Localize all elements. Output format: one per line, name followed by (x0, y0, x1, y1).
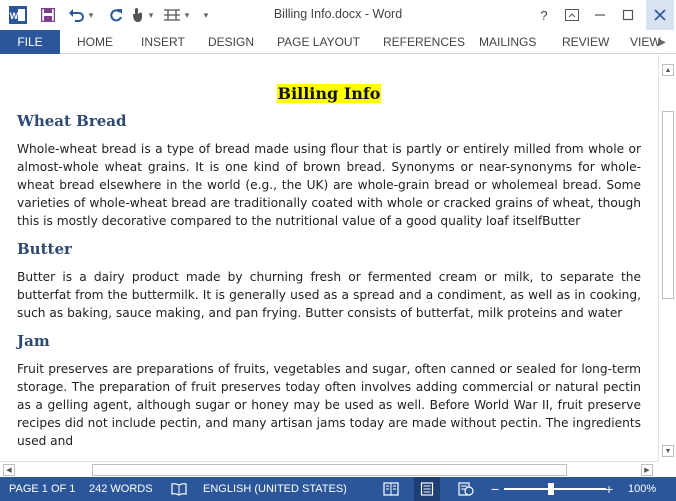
tab-review[interactable]: REVIEW (562, 30, 609, 54)
section-paragraph-wheat-bread: Whole-wheat bread is a type of bread mad… (17, 142, 641, 228)
horizontal-scrollbar[interactable]: ◀ ▶ (0, 461, 658, 477)
tab-mailings[interactable]: MAILINGS (479, 30, 536, 54)
zoom-in-button[interactable]: + (605, 477, 613, 501)
scroll-right-icon[interactable]: ▶ (641, 464, 653, 476)
horizontal-scroll-thumb[interactable] (92, 464, 567, 476)
zoom-level[interactable]: 100% (628, 477, 656, 501)
zoom-out-button[interactable]: − (491, 477, 499, 501)
help-button[interactable]: ? (530, 0, 558, 30)
maximize-button[interactable] (614, 0, 642, 30)
read-mode-icon[interactable] (383, 477, 399, 501)
tab-file[interactable]: FILE (0, 30, 60, 54)
proofing-icon[interactable] (171, 477, 187, 501)
title-bar: W ▾ ▾ ▾ ▾ Billing Info.docx - Word ? (0, 0, 676, 30)
ribbon-scroll-right-icon[interactable]: ▶ (656, 34, 668, 50)
scroll-left-icon[interactable]: ◀ (3, 464, 15, 476)
document-content[interactable]: Billing Info Wheat Bread Whole-wheat bre… (17, 84, 641, 460)
section-heading-wheat-bread: Wheat Bread (17, 112, 127, 130)
section-paragraph-jam: Fruit preserves are preparations of frui… (17, 362, 641, 448)
section-heading-butter: Butter (17, 240, 72, 258)
scroll-down-icon[interactable]: ▼ (662, 445, 674, 457)
scroll-up-icon[interactable]: ▲ (662, 64, 674, 76)
ribbon-tabs: FILE HOME INSERT DESIGN PAGE LAYOUT REFE… (0, 30, 676, 54)
minimize-button[interactable] (586, 0, 614, 30)
zoom-slider-track[interactable] (504, 488, 606, 490)
tab-insert[interactable]: INSERT (141, 30, 185, 54)
document-title: Billing Info (276, 84, 382, 103)
tab-references[interactable]: REFERENCES (383, 30, 465, 54)
word-count[interactable]: 242 WORDS (89, 477, 153, 501)
section-paragraph-butter: Butter is a dairy product made by churni… (17, 270, 641, 320)
zoom-slider-thumb[interactable] (548, 483, 554, 495)
document-area[interactable]: Billing Info Wheat Bread Whole-wheat bre… (0, 55, 658, 461)
vertical-scroll-thumb[interactable] (662, 111, 674, 299)
tab-home[interactable]: HOME (77, 30, 113, 54)
status-bar: PAGE 1 OF 1 242 WORDS ENGLISH (UNITED ST… (0, 477, 676, 501)
tab-page-layout[interactable]: PAGE LAYOUT (277, 30, 360, 54)
close-button[interactable] (646, 0, 674, 30)
web-layout-icon[interactable] (458, 477, 474, 501)
scrollbar-corner (658, 461, 676, 477)
page-count[interactable]: PAGE 1 OF 1 (9, 477, 75, 501)
section-heading-jam: Jam (17, 332, 50, 350)
ribbon-display-options-button[interactable] (558, 0, 586, 30)
language-indicator[interactable]: ENGLISH (UNITED STATES) (203, 477, 347, 501)
tab-design[interactable]: DESIGN (208, 30, 254, 54)
print-layout-icon[interactable] (414, 477, 440, 501)
vertical-scrollbar[interactable]: ▲ ▼ (658, 55, 676, 461)
